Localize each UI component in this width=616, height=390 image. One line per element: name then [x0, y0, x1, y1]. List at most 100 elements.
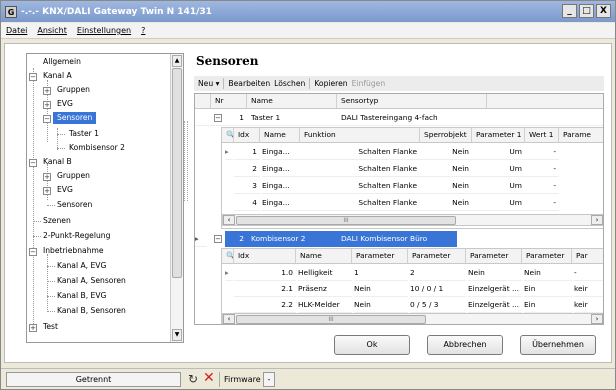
tree-item-evg-b[interactable]: EVG: [57, 184, 73, 196]
menu-help[interactable]: ?: [141, 26, 145, 35]
cancel-button[interactable]: Abbrechen: [427, 335, 503, 355]
horizontal-scrollbar[interactable]: ‹ III ›: [222, 214, 603, 226]
col-header-sensortyp[interactable]: Sensortyp: [337, 94, 487, 109]
refresh-icon[interactable]: ↻: [188, 372, 198, 386]
copy-button[interactable]: Kopieren: [312, 79, 349, 88]
tree-item-evg-a[interactable]: EVG: [57, 98, 73, 110]
close-button[interactable]: X: [596, 4, 611, 18]
col-header-parameter[interactable]: Parame: [559, 128, 603, 143]
scroll-thumb[interactable]: III: [236, 315, 426, 324]
menu-bar: Datei Ansicht Einstellungen ?: [1, 23, 615, 39]
collapse-icon[interactable]: −: [29, 248, 37, 256]
col-header-wert1[interactable]: Wert 1: [525, 128, 559, 143]
tree-item-kombisensor-2[interactable]: Kombisensor 2: [69, 142, 125, 154]
menu-datei[interactable]: Datei: [6, 26, 27, 35]
tree-item-szenen[interactable]: Szenen: [43, 215, 71, 227]
row-sensortyp: DALI Kombisensor Büro: [341, 234, 428, 243]
collapse-icon[interactable]: −: [43, 115, 51, 123]
sub-grid-kombisensor: 🔍 Idx Name Parameter Parameter Parameter…: [221, 248, 603, 324]
col-header-idx[interactable]: Idx: [234, 128, 260, 143]
tree-item-kanal-a[interactable]: Kanal A: [43, 70, 72, 82]
expand-icon[interactable]: +: [43, 87, 51, 95]
disconnect-icon[interactable]: ✕: [203, 371, 215, 386]
scroll-right-icon[interactable]: ›: [591, 215, 603, 225]
row-nr: 1: [227, 110, 247, 126]
collapse-icon[interactable]: −: [29, 159, 37, 167]
horizontal-scrollbar[interactable]: ‹ III ›: [222, 313, 603, 324]
app-window: G -.-.- KNX/DALI Gateway Twin N 141/31 _…: [0, 0, 616, 390]
col-header-name[interactable]: Name: [260, 128, 300, 143]
scroll-right-icon[interactable]: ›: [591, 314, 603, 324]
tree-item-taster-1[interactable]: Taster 1: [69, 128, 99, 140]
col-header-parameter[interactable]: Parameter: [522, 249, 572, 264]
expand-icon[interactable]: +: [43, 187, 51, 195]
menu-einstellungen[interactable]: Einstellungen: [77, 26, 131, 35]
new-button[interactable]: Neu ▾: [196, 79, 221, 88]
tree-item-gruppen-a[interactable]: Gruppen: [57, 84, 90, 96]
maximize-button[interactable]: □: [579, 4, 594, 18]
scroll-up-icon[interactable]: ▲: [172, 55, 182, 67]
row-name: Kombisensor 2: [251, 234, 306, 243]
ok-button[interactable]: Ok: [334, 335, 410, 355]
connection-status: Getrennt: [6, 372, 181, 387]
scroll-thumb[interactable]: III: [236, 216, 456, 225]
edit-button[interactable]: Bearbeiten: [226, 79, 272, 88]
firmware-label: Firmware: [224, 375, 261, 384]
firmware-dropdown[interactable]: -: [263, 372, 275, 387]
col-header-funktion[interactable]: Funktion: [300, 128, 420, 143]
status-bar: Getrennt ↻ ✕ Firmware -: [1, 368, 615, 389]
col-header-parameter[interactable]: Parameter: [408, 249, 466, 264]
expand-icon[interactable]: +: [43, 101, 51, 109]
search-icon[interactable]: 🔍: [222, 128, 234, 143]
sensor-grid: Nr Name Sensortyp − 1 Taster 1 DALI Tast…: [194, 93, 604, 325]
tree-item-kanal-b[interactable]: Kanal B: [43, 156, 72, 168]
collapse-icon[interactable]: −: [29, 73, 37, 81]
scroll-left-icon[interactable]: ‹: [223, 215, 235, 225]
app-icon: G: [5, 5, 17, 18]
col-header-name[interactable]: Name: [296, 249, 352, 264]
tree-item-sensoren-b[interactable]: Sensoren: [57, 199, 92, 211]
row-indicator-icon: ▸: [195, 231, 207, 247]
tree-scroll-thumb[interactable]: [172, 68, 182, 278]
collapse-icon[interactable]: −: [214, 114, 222, 122]
tree-item-kanal-a-sensoren[interactable]: Kanal A, Sensoren: [57, 275, 126, 287]
col-header-nr[interactable]: Nr: [211, 94, 247, 109]
col-header-parameter[interactable]: Parameter: [466, 249, 522, 264]
scroll-down-icon[interactable]: ▼: [172, 329, 182, 341]
expand-icon[interactable]: +: [43, 173, 51, 181]
tree-item-kanal-a-evg[interactable]: Kanal A, EVG: [57, 260, 106, 272]
row-nr: 2: [239, 234, 244, 243]
search-icon[interactable]: 🔍: [222, 249, 234, 264]
window-title: -.-.- KNX/DALI Gateway Twin N 141/31: [21, 6, 212, 17]
col-header-parameter[interactable]: Par: [572, 249, 603, 264]
tree-scrollbar[interactable]: ▲ ▼: [170, 54, 183, 342]
row-name: Taster 1: [251, 110, 337, 126]
col-header-parameter[interactable]: Parameter: [352, 249, 408, 264]
col-header-idx[interactable]: Idx: [234, 249, 296, 264]
col-header-name[interactable]: Name: [247, 94, 337, 109]
tree-item-kanal-b-evg[interactable]: Kanal B, EVG: [57, 290, 106, 302]
collapse-icon[interactable]: −: [214, 235, 222, 243]
navigation-tree: Allgemein − Kanal A + Gruppen + EVG − Se…: [26, 53, 184, 343]
col-header-sperrobjekt[interactable]: Sperrobjekt: [420, 128, 472, 143]
tree-item-2-punkt-regelung[interactable]: 2-Punkt-Regelung: [43, 230, 110, 242]
apply-button[interactable]: Übernehmen: [520, 335, 596, 355]
tree-item-test[interactable]: Test: [43, 321, 58, 333]
delete-button[interactable]: Löschen: [272, 79, 307, 88]
tree-item-kanal-b-sensoren[interactable]: Kanal B, Sensoren: [57, 305, 126, 317]
expand-icon[interactable]: +: [29, 324, 37, 332]
menu-ansicht[interactable]: Ansicht: [37, 26, 67, 35]
paste-button[interactable]: Einfügen: [350, 79, 388, 88]
tree-item-inbetriebnahme[interactable]: Inbetriebnahme: [43, 245, 104, 257]
tree-item-sensoren-a[interactable]: Sensoren: [53, 112, 97, 124]
scroll-left-icon[interactable]: ‹: [223, 314, 235, 324]
tree-item-gruppen-b[interactable]: Gruppen: [57, 170, 90, 182]
tree-item-allgemein[interactable]: Allgemein: [43, 56, 81, 68]
title-bar: G -.-.- KNX/DALI Gateway Twin N 141/31 _…: [1, 1, 615, 22]
minimize-button[interactable]: _: [562, 4, 577, 18]
pane-splitter[interactable]: [184, 121, 188, 201]
sub-grid-taster: 🔍 Idx Name Funktion Sperrobjekt Paramete…: [221, 127, 603, 229]
col-header-parameter1[interactable]: Parameter 1: [472, 128, 525, 143]
row-sensortyp: DALI Tastereingang 4-fach: [341, 110, 487, 126]
toolbar: Neu ▾ Bearbeiten Löschen Kopieren Einfüg…: [194, 76, 604, 91]
